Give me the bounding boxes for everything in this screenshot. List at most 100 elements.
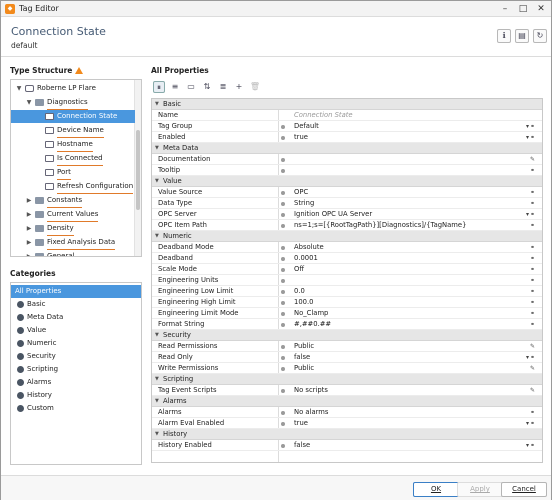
property-group-header[interactable]: ▼ Meta Data	[152, 143, 542, 154]
collapse-icon[interactable]: ▼	[155, 330, 161, 341]
maximize-icon[interactable]: □	[517, 3, 529, 15]
category-item[interactable]: Scripting	[11, 363, 141, 376]
binding-icon[interactable]: ⚭	[530, 319, 535, 330]
property-row[interactable]: History Enabled false ▾ ⚭	[152, 440, 542, 451]
property-row[interactable]: OPC Server Ignition OPC UA Server ▾ ⚭	[152, 209, 542, 220]
tree-node[interactable]: ▶ Fixed Analysis Data	[11, 236, 135, 250]
hide-empty-icon[interactable]: ▭	[185, 81, 197, 93]
edit-icon[interactable]: ✎	[530, 154, 535, 165]
property-value[interactable]: true	[294, 132, 308, 143]
collapse-icon[interactable]: ▼	[155, 99, 161, 110]
dropdown-arrow-icon[interactable]: ▾	[526, 418, 529, 429]
binding-icon[interactable]: ⚭	[530, 220, 535, 231]
property-value[interactable]: Public	[294, 363, 314, 374]
property-group-header[interactable]: ▼ Alarms	[152, 396, 542, 407]
expand-down-icon[interactable]: ▼	[25, 96, 33, 109]
property-value[interactable]: #,##0.##	[294, 319, 331, 330]
binding-icon[interactable]: ⚭	[530, 187, 535, 198]
property-value[interactable]: Absolute	[294, 242, 324, 253]
dropdown-arrow-icon[interactable]: ▾	[526, 132, 529, 143]
property-value[interactable]: Public	[294, 341, 314, 352]
list-view-icon[interactable]: ≡	[169, 81, 181, 93]
collapse-icon[interactable]: ▼	[155, 176, 161, 187]
sort-icon[interactable]: ⇅	[201, 81, 213, 93]
property-row[interactable]: Tag Group Default ▾ ⚭	[152, 121, 542, 132]
tree-node[interactable]: ▶ Current Values	[11, 208, 135, 222]
property-value[interactable]: 100.0	[294, 297, 313, 308]
dropdown-arrow-icon[interactable]: ▾	[526, 440, 529, 451]
tree-node[interactable]: ▶ General	[11, 250, 135, 256]
tree-node[interactable]: Is Connected	[11, 152, 135, 166]
collapse-icon[interactable]: ▼	[155, 429, 161, 440]
property-row[interactable]: OPC Item Path ns=1;s=[{RootTagPath}][Diag…	[152, 220, 542, 231]
property-group-header[interactable]: ▼ Scripting	[152, 374, 542, 385]
property-row[interactable]: Alarms No alarms ⚭	[152, 407, 542, 418]
expand-right-icon[interactable]: ▶	[25, 194, 33, 207]
binding-icon[interactable]: ⚭	[530, 440, 535, 451]
dropdown-arrow-icon[interactable]: ▾	[526, 209, 529, 220]
binding-icon[interactable]: ⚭	[530, 286, 535, 297]
property-value[interactable]: No alarms	[294, 407, 328, 418]
binding-icon[interactable]: ⚭	[530, 165, 535, 176]
property-row[interactable]: Deadband 0.0001 ⚭	[152, 253, 542, 264]
scrollbar-thumb[interactable]	[136, 130, 140, 210]
category-item[interactable]: Meta Data	[11, 311, 141, 324]
property-value[interactable]: 0.0001	[294, 253, 318, 264]
binding-icon[interactable]: ⚭	[530, 132, 535, 143]
property-row[interactable]: Tooltip ⚭	[152, 165, 542, 176]
tree-node[interactable]: ▼ Diagnostics	[11, 96, 135, 110]
property-row[interactable]: Engineering Limit Mode No_Clamp ⚭	[152, 308, 542, 319]
property-group-header[interactable]: ▼ Security	[152, 330, 542, 341]
tree-node[interactable]: Refresh Configuration	[11, 180, 135, 194]
binding-icon[interactable]: ⚭	[530, 308, 535, 319]
property-value[interactable]: Ignition OPC UA Server	[294, 209, 372, 220]
property-row[interactable]: Scale Mode Off ⚭	[152, 264, 542, 275]
property-value[interactable]: 0.0	[294, 286, 305, 297]
property-group-header[interactable]: ▼ Value	[152, 176, 542, 187]
category-item[interactable]: All Properties	[11, 285, 141, 298]
property-row[interactable]: Tag Event Scripts No scripts ✎	[152, 385, 542, 396]
dropdown-arrow-icon[interactable]: ▾	[526, 352, 529, 363]
expand-right-icon[interactable]: ▶	[25, 222, 33, 235]
collapse-icon[interactable]: ▼	[155, 231, 161, 242]
property-row[interactable]: Format String #,##0.## ⚭	[152, 319, 542, 330]
property-row[interactable]: Value Source OPC ⚭	[152, 187, 542, 198]
type-structure-tree[interactable]: ▼ Roberne LP Flare ▼ Diagnostics Connection …	[10, 79, 142, 257]
property-row[interactable]: Deadband Mode Absolute ⚭	[152, 242, 542, 253]
property-row[interactable]: Enabled true ▾ ⚭	[152, 132, 542, 143]
category-item[interactable]: History	[11, 389, 141, 402]
binding-icon[interactable]: ⚭	[530, 253, 535, 264]
expand-right-icon[interactable]: ▶	[25, 236, 33, 249]
tree-node[interactable]: Device Name	[11, 124, 135, 138]
binding-icon[interactable]: ⚭	[530, 121, 535, 132]
category-item[interactable]: Alarms	[11, 376, 141, 389]
property-value[interactable]: String	[294, 198, 314, 209]
edit-icon[interactable]: ✎	[530, 341, 535, 352]
binding-icon[interactable]: ⚭	[530, 198, 535, 209]
property-value[interactable]: true	[294, 418, 308, 429]
property-value[interactable]: No scripts	[294, 385, 328, 396]
category-item[interactable]: Basic	[11, 298, 141, 311]
tree-node[interactable]: Port	[11, 166, 135, 180]
property-row[interactable]: Read Permissions Public ✎	[152, 341, 542, 352]
property-row[interactable]: Read Only false ▾ ⚭	[152, 352, 542, 363]
property-value[interactable]: false	[294, 440, 310, 451]
collapse-icon[interactable]: ▼	[155, 374, 161, 385]
property-value[interactable]: No_Clamp	[294, 308, 328, 319]
dropdown-arrow-icon[interactable]: ▾	[526, 121, 529, 132]
property-row[interactable]: Engineering Units ⚭	[152, 275, 542, 286]
add-icon[interactable]: +	[233, 81, 245, 93]
category-item[interactable]: Security	[11, 350, 141, 363]
minimize-icon[interactable]: –	[499, 3, 511, 15]
category-item[interactable]: Numeric	[11, 337, 141, 350]
edit-icon[interactable]: ✎	[530, 385, 535, 396]
expand-right-icon[interactable]: ▶	[25, 208, 33, 221]
delete-icon[interactable]: 🗑	[249, 81, 261, 93]
tree-node[interactable]: Hostname	[11, 138, 135, 152]
edit-json-icon[interactable]: ℹ	[497, 29, 511, 43]
property-value[interactable]: false	[294, 352, 310, 363]
apply-button[interactable]: Apply	[457, 482, 503, 497]
tree-node[interactable]: ▶ Density	[11, 222, 135, 236]
collapse-icon[interactable]: ▼	[155, 143, 161, 154]
expand-down-icon[interactable]: ▼	[15, 82, 23, 95]
